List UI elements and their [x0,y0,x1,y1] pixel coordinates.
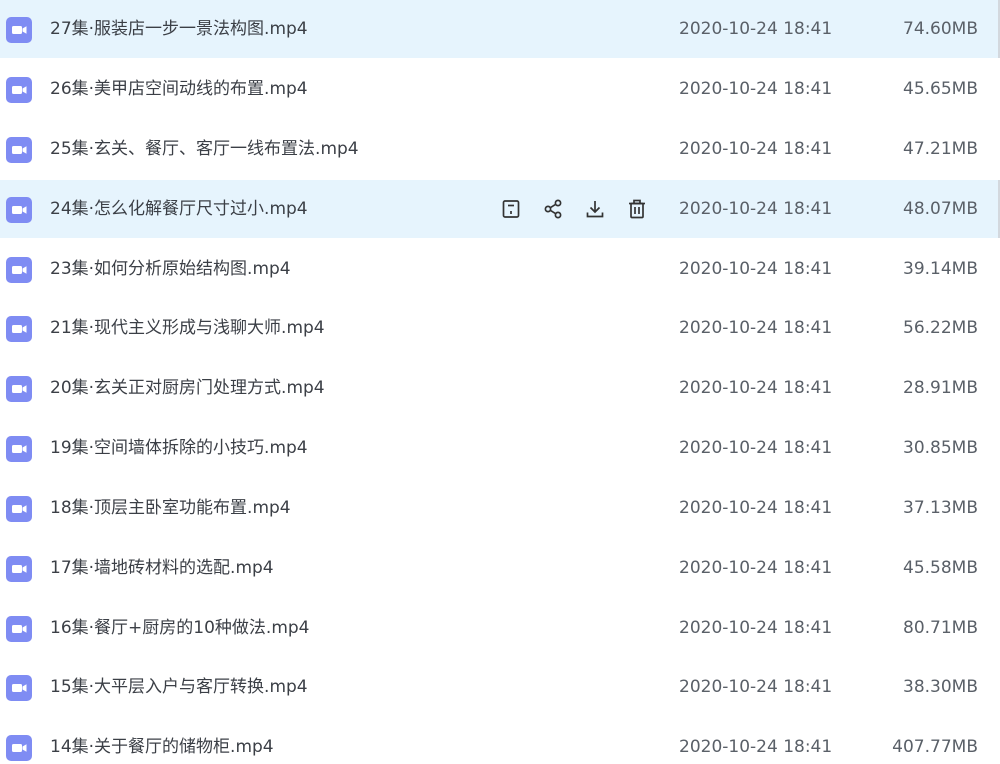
video-file-icon [6,77,32,103]
file-row[interactable]: 24集·怎么化解餐厅尺寸过小.mp4 2020-10-24 18:41 48.07M… [0,180,1000,238]
download-icon [584,198,606,220]
video-file-icon [6,197,32,223]
video-file-icon [6,376,32,402]
file-name[interactable]: 18集·顶层主卧室功能布置.mp4 [50,479,291,537]
file-date: 2020-10-24 18:41 [679,737,833,757]
file-name[interactable]: 23集·如何分析原始结构图.mp4 [50,240,291,298]
file-row[interactable]: 26集·美甲店空间动线的布置.mp4 2020-10-24 18:41 45.65M… [0,60,1000,118]
file-row[interactable]: 23集·如何分析原始结构图.mp4 2020-10-24 18:41 39.14MB [0,240,1000,298]
file-name[interactable]: 19集·空间墙体拆除的小技巧.mp4 [50,419,308,477]
file-size: 38.30MB [903,677,978,697]
file-name[interactable]: 20集·玄关正对厨房门处理方式.mp4 [50,359,325,417]
video-file-icon [6,137,32,163]
file-date: 2020-10-24 18:41 [679,378,833,398]
file-row[interactable]: 27集·服装店一步一景法构图.mp4 2020-10-24 18:41 74.60M… [0,0,1000,58]
file-row[interactable]: 16集·餐厅+厨房的10种做法.mp4 2020-10-24 18:41 80.71… [0,599,1000,657]
file-name[interactable]: 16集·餐厅+厨房的10种做法.mp4 [50,599,309,657]
video-file-icon [6,496,32,522]
file-size: 45.58MB [903,558,978,578]
file-date: 2020-10-24 18:41 [679,19,833,39]
file-row[interactable]: 20集·玄关正对厨房门处理方式.mp4 2020-10-24 18:41 28.91… [0,359,1000,417]
file-row[interactable]: 18集·顶层主卧室功能布置.mp4 2020-10-24 18:41 37.13MB [0,479,1000,537]
file-row[interactable]: 19集·空间墙体拆除的小技巧.mp4 2020-10-24 18:41 30.85M… [0,419,1000,477]
file-row[interactable]: 15集·大平层入户与客厅转换.mp4 2020-10-24 18:41 38.30M… [0,658,1000,716]
file-list: 27集·服装店一步一景法构图.mp4 2020-10-24 18:41 74.60M… [0,0,1000,764]
file-date: 2020-10-24 18:41 [679,259,833,279]
share-icon [542,198,564,220]
file-name[interactable]: 26集·美甲店空间动线的布置.mp4 [50,60,308,118]
file-row[interactable]: 14集·关于餐厅的储物柜.mp4 2020-10-24 18:41 407.77MB [0,718,1000,764]
file-size: 45.65MB [903,79,978,99]
file-size: 407.77MB [892,737,978,757]
video-file-icon [6,616,32,642]
file-size: 30.85MB [903,438,978,458]
file-date: 2020-10-24 18:41 [679,199,833,219]
download-button[interactable] [584,198,606,220]
file-date: 2020-10-24 18:41 [679,498,833,518]
video-file-icon [6,675,32,701]
file-size: 56.22MB [903,318,978,338]
file-size: 28.91MB [903,378,978,398]
file-size: 47.21MB [903,139,978,159]
file-name[interactable]: 24集·怎么化解餐厅尺寸过小.mp4 [50,180,308,238]
file-size: 37.13MB [903,498,978,518]
file-size: 48.07MB [903,199,978,219]
file-name[interactable]: 25集·玄关、餐厅、客厅一线布置法.mp4 [50,120,359,178]
file-date: 2020-10-24 18:41 [679,139,833,159]
video-file-icon [6,17,32,43]
share-button[interactable] [542,198,564,220]
file-date: 2020-10-24 18:41 [679,79,833,99]
video-file-icon [6,436,32,462]
save-button[interactable] [500,198,522,220]
file-name[interactable]: 17集·墙地砖材料的选配.mp4 [50,539,274,597]
file-size: 80.71MB [903,618,978,638]
file-name[interactable]: 27集·服装店一步一景法构图.mp4 [50,0,308,58]
file-date: 2020-10-24 18:41 [679,318,833,338]
file-date: 2020-10-24 18:41 [679,438,833,458]
file-date: 2020-10-24 18:41 [679,558,833,578]
file-row[interactable]: 21集·现代主义形成与浅聊大师.mp4 2020-10-24 18:41 56.22… [0,299,1000,357]
file-row[interactable]: 25集·玄关、餐厅、客厅一线布置法.mp4 2020-10-24 18:41 47.… [0,120,1000,178]
file-size: 74.60MB [903,19,978,39]
file-date: 2020-10-24 18:41 [679,618,833,638]
file-date: 2020-10-24 18:41 [679,677,833,697]
file-name[interactable]: 15集·大平层入户与客厅转换.mp4 [50,658,308,716]
delete-icon [626,198,648,220]
video-file-icon [6,735,32,761]
file-size: 39.14MB [903,259,978,279]
file-name[interactable]: 14集·关于餐厅的储物柜.mp4 [50,718,274,764]
video-file-icon [6,556,32,582]
video-file-icon [6,257,32,283]
delete-button[interactable] [626,198,648,220]
video-file-icon [6,316,32,342]
file-name[interactable]: 21集·现代主义形成与浅聊大师.mp4 [50,299,325,357]
save-icon [500,198,522,220]
file-row[interactable]: 17集·墙地砖材料的选配.mp4 2020-10-24 18:41 45.58MB [0,539,1000,597]
